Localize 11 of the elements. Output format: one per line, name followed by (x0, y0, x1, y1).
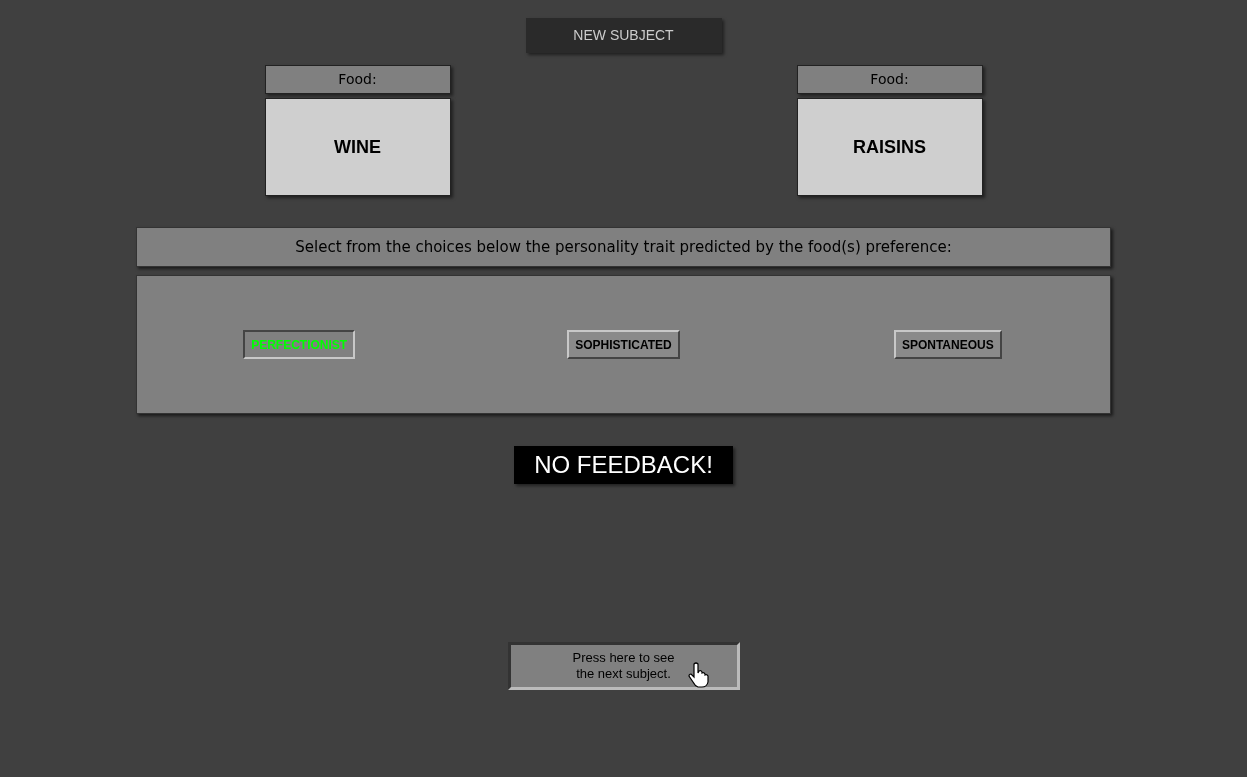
hand-cursor-icon (687, 662, 712, 688)
feedback-label: NO FEEDBACK! (514, 446, 733, 484)
food-label: Food: (796, 65, 983, 94)
food-card: WINE (264, 98, 451, 196)
new-subject-button[interactable]: NEW SUBJECT (525, 18, 722, 53)
trait-option[interactable]: SOPHISTICATED (567, 330, 680, 359)
food-label: Food: (264, 65, 451, 94)
trait-option[interactable]: SPONTANEOUS (893, 330, 1002, 359)
food-card: RAISINS (796, 98, 983, 196)
prompt-text: Select from the choices below the personality trait predicted by the food(s) preference: (295, 236, 952, 258)
next-subject-button[interactable]: Press here to see the next subject. (507, 642, 740, 690)
